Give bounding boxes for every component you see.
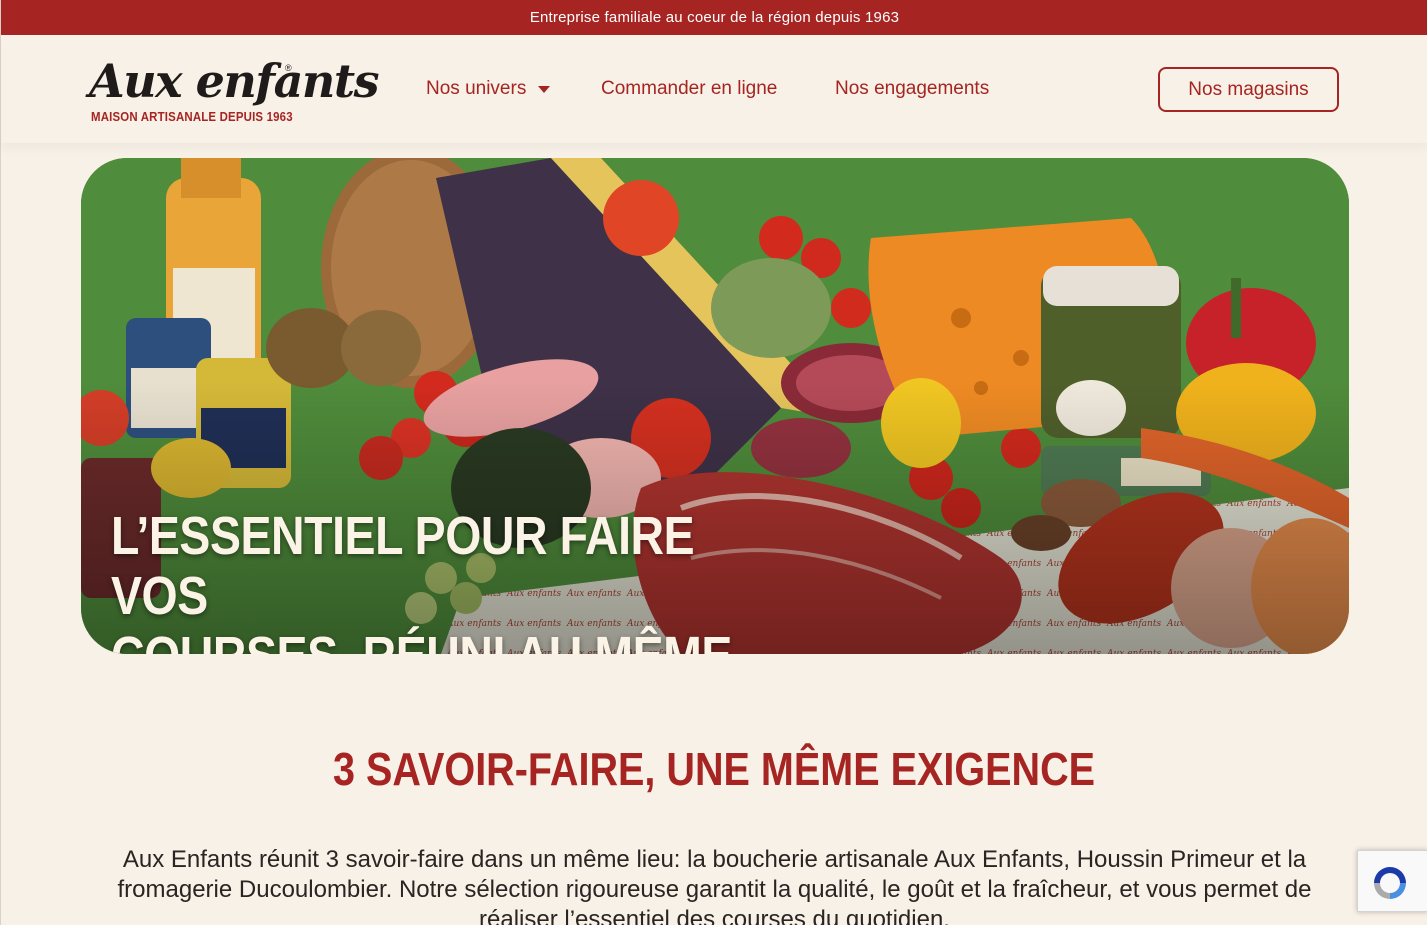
hero-title: L’essentiel pour faire vos courses, réun… [111, 506, 732, 654]
recaptcha-badge[interactable] [1357, 850, 1427, 912]
chevron-down-icon [538, 85, 551, 93]
section-body: Aux Enfants réunit 3 savoir-faire dans u… [117, 846, 1312, 925]
nav-item-nos-univers[interactable]: Nos univers [426, 77, 551, 101]
announcement-bar: Entreprise familiale au coeur de la régi… [1, 0, 1427, 35]
recaptcha-icon [1374, 867, 1406, 899]
stores-button[interactable]: Nos magasins [1158, 67, 1339, 112]
nav-item-commander-en-ligne[interactable]: Commander en ligne [601, 77, 777, 101]
nav-label: Nos univers [426, 78, 527, 99]
hero-banner: Aux enfants [81, 158, 1349, 654]
nav-label: Nos engagements [835, 78, 990, 99]
announcement-text: Entreprise familiale au coeur de la régi… [529, 9, 900, 26]
site-header: Aux enfants ® MAISON ARTISANALE DEPUIS 1… [1, 35, 1427, 143]
section-title: 3 savoir-faire, une même exigence [1, 742, 1427, 796]
nav-label: Commander en ligne [601, 78, 778, 99]
nav-item-nos-engagements[interactable]: Nos engagements [835, 77, 989, 101]
section-title-text: 3 savoir-faire, une même exigence [333, 743, 1096, 795]
